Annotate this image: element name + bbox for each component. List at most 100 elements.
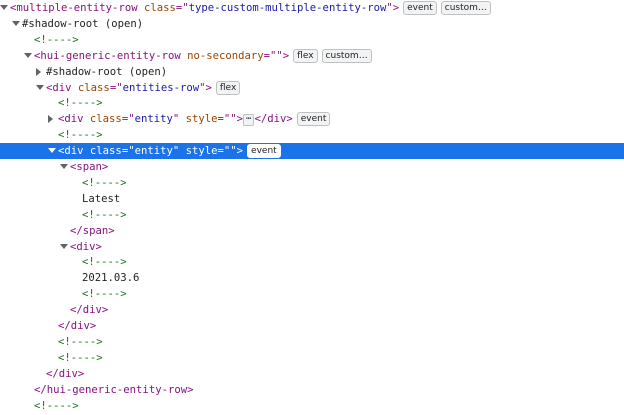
node-markup: <div>: [70, 239, 102, 255]
expand-triangle-open-icon[interactable]: [36, 84, 44, 90]
dom-node-row[interactable]: Latest: [0, 191, 624, 207]
token-tag: div: [267, 113, 287, 126]
node-markup: <!---->: [58, 95, 103, 111]
dom-node-row[interactable]: </div>: [0, 318, 624, 334]
dom-node-row[interactable]: <!---->: [0, 254, 624, 270]
node-markup: #shadow-root (open): [22, 16, 143, 32]
token-attr: style: [185, 113, 218, 126]
dom-node-row[interactable]: <!---->: [0, 334, 624, 350]
token-text: Latest: [82, 192, 121, 205]
token-attr: class: [89, 113, 122, 126]
node-markup: </hui-generic-entity-row>: [34, 382, 193, 398]
expand-triangle-open-icon[interactable]: [0, 5, 8, 10]
token-tag: multiple-entity-row: [16, 2, 138, 14]
token-tag: span: [76, 161, 102, 173]
token-comment: <!---->: [82, 208, 127, 221]
token-punct: ">: [386, 2, 400, 14]
dom-node-row[interactable]: </div>: [0, 302, 624, 318]
dom-node-row[interactable]: <!---->: [0, 127, 624, 143]
dom-node-row[interactable]: <!---->: [0, 398, 624, 414]
token-tag: span: [82, 224, 109, 237]
node-markup: <!---->: [34, 398, 79, 414]
expand-triangle-closed-icon[interactable]: [36, 67, 41, 76]
token-punct: ">: [199, 81, 212, 94]
expand-triangle-open-icon[interactable]: [24, 52, 32, 58]
dom-node-row[interactable]: <div class="entity" style=""> ⋯ </div> even…: [0, 111, 624, 127]
dom-node-row[interactable]: <multiple-entity-row class="type-custom-…: [0, 0, 624, 16]
dom-node-row[interactable]: <div class="entity" style=""> event: [0, 143, 624, 160]
token-punct: >: [89, 320, 97, 332]
dom-node-row[interactable]: 2021.03.6: [0, 270, 624, 286]
token-punct: >: [95, 240, 102, 253]
node-badge[interactable]: custom…: [321, 48, 372, 63]
dom-node-row[interactable]: <!---->: [0, 95, 624, 111]
node-markup: <!---->: [82, 175, 127, 191]
node-markup: Latest: [82, 191, 120, 207]
node-badge[interactable]: event: [247, 144, 281, 159]
expand-triangle-open-icon[interactable]: [12, 20, 20, 26]
token-tag: div: [52, 81, 72, 94]
token-punct: =": [175, 2, 189, 14]
token-text: 2021.03.6: [82, 272, 140, 285]
dom-node-row[interactable]: #shadow-root (open): [0, 64, 624, 80]
node-markup: </div>: [58, 318, 96, 334]
token-plain: #shadow-root (open): [22, 17, 144, 30]
token-punct: ="">: [217, 113, 244, 126]
token-punct: >: [187, 383, 194, 396]
node-markup: #shadow-root (open): [46, 64, 167, 80]
node-markup: <!---->: [58, 350, 103, 366]
expand-triangle-open-icon[interactable]: [48, 148, 56, 154]
token-tag: div: [76, 240, 96, 253]
dom-node-row[interactable]: </hui-generic-entity-row>: [0, 382, 624, 398]
token-tag: hui-generic-entity-row: [46, 383, 188, 396]
expand-triangle-closed-icon[interactable]: [48, 115, 53, 124]
dom-node-row[interactable]: <hui-generic-entity-row no-secondary="">…: [0, 48, 624, 64]
node-badge[interactable]: flex: [215, 80, 241, 95]
node-badge[interactable]: event: [403, 1, 437, 15]
dom-node-row[interactable]: <!---->: [0, 207, 624, 223]
node-badge[interactable]: flex: [293, 48, 318, 63]
dom-node-row[interactable]: #shadow-root (open): [0, 16, 624, 32]
node-markup: <!---->: [58, 127, 103, 143]
token-punct: </: [70, 304, 83, 317]
token-attr: class: [143, 2, 176, 14]
token-punct: =": [121, 145, 135, 158]
token-comment: <!---->: [82, 256, 127, 269]
token-tag: hui-generic-entity-row: [40, 49, 181, 62]
token-comment: <!---->: [58, 97, 103, 110]
dom-node-row[interactable]: <div>: [0, 239, 624, 255]
token-val: entity: [134, 113, 173, 126]
node-markup: </div>: [70, 302, 108, 318]
token-attr: no-secondary: [187, 49, 264, 62]
node-markup: <!---->: [58, 334, 103, 350]
token-comment: <!---->: [82, 288, 127, 301]
dom-node-row[interactable]: <!---->: [0, 350, 624, 366]
node-markup: <multiple-entity-row class="type-custom-…: [10, 0, 491, 16]
expand-triangle-open-icon[interactable]: [60, 243, 68, 249]
dom-node-row[interactable]: <span>: [0, 159, 624, 175]
node-markup: 2021.03.6: [82, 270, 139, 286]
token-punct: </: [70, 224, 83, 237]
dom-node-row[interactable]: <!---->: [0, 175, 624, 191]
token-punct: >: [286, 113, 293, 126]
token-punct: </: [34, 383, 47, 396]
dom-node-row[interactable]: <!---->: [0, 286, 624, 302]
token-punct: >: [77, 367, 85, 380]
node-badge[interactable]: event: [296, 112, 331, 127]
token-punct: =": [109, 81, 123, 94]
node-badge[interactable]: custom…: [440, 1, 491, 15]
node-markup: <div class="entities-row"> flex: [46, 80, 241, 96]
token-punct: >: [108, 224, 115, 237]
token-comment: <!---->: [58, 351, 103, 364]
token-attr: style: [185, 145, 218, 158]
dom-node-row[interactable]: <!---->: [0, 32, 624, 48]
dom-node-row[interactable]: </span>: [0, 223, 624, 239]
collapsed-children-ellipsis[interactable]: ⋯: [243, 114, 255, 127]
token-plain: #shadow-root (open): [46, 65, 168, 78]
token-punct: </: [46, 367, 59, 380]
token-comment: <!---->: [82, 176, 127, 189]
dom-node-row[interactable]: </div>: [0, 366, 624, 382]
expand-triangle-open-icon[interactable]: [60, 164, 68, 169]
dom-node-row[interactable]: <div class="entities-row"> flex: [0, 80, 624, 96]
node-markup: <!---->: [82, 254, 127, 270]
